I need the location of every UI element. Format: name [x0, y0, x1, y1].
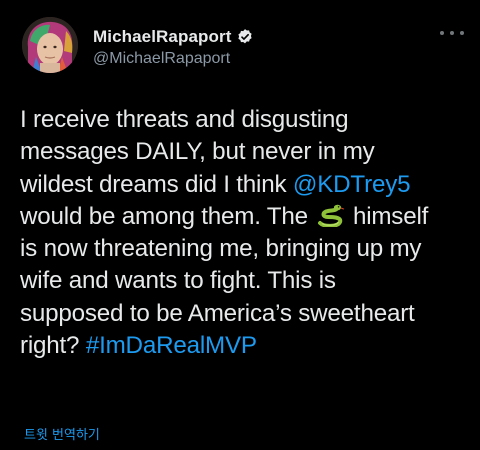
mention-link[interactable]: @KDTrey5	[293, 171, 411, 198]
author-display-name[interactable]: MichaelRapaport	[93, 27, 231, 47]
more-dot-icon	[460, 31, 464, 35]
tweet-line: wife and wants to fight. This is	[20, 267, 336, 295]
tweet-line: supposed to be America’s sweetheart	[20, 299, 415, 327]
tweet-text-segment: himself	[352, 202, 429, 230]
translate-tweet-link[interactable]: 트윗 번역하기	[24, 424, 100, 443]
tweet-card: MichaelRapaport @MichaelRapaport I recei…	[0, 0, 480, 450]
verified-badge-icon	[236, 28, 254, 46]
more-options-icon[interactable]	[440, 26, 464, 40]
more-dot-icon	[450, 31, 454, 35]
more-dot-icon	[440, 31, 444, 35]
tweet-text: I receive threats and disgusting message…	[20, 104, 470, 362]
hashtag-link[interactable]: #ImDaRealMVP	[86, 332, 257, 359]
avatar[interactable]	[22, 17, 78, 73]
tweet-line: right? #ImDaRealMVP	[20, 330, 470, 362]
snake-emoji-icon	[316, 203, 345, 228]
author-handle[interactable]: @MichaelRapaport	[93, 50, 230, 68]
author-name-row: MichaelRapaport	[93, 26, 254, 48]
tweet-text-segment: right?	[20, 332, 86, 360]
tweet-line: messages DAILY, but never in my	[20, 138, 375, 166]
tweet-line: I receive threats and disgusting	[20, 106, 349, 133]
tweet-text-segment: wildest dreams did I think	[20, 170, 293, 198]
tweet-line: wildest dreams did I think @KDTrey5	[20, 169, 470, 201]
tweet-text-segment: would be among them. The	[20, 202, 308, 230]
tweet-line: is now threatening me, bringing up my	[20, 235, 422, 263]
tweet-line: would be among them. The himself	[20, 201, 470, 233]
